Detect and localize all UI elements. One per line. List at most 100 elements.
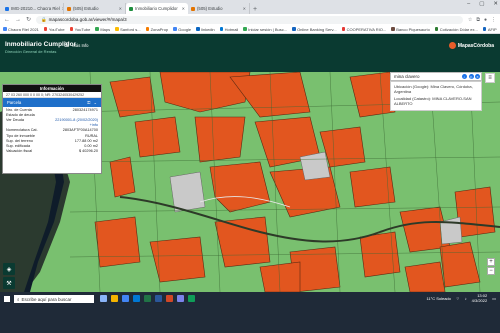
bookmark-item[interactable]: YouTube [69,26,91,32]
task-view-icon[interactable] [100,295,107,302]
bookmark-item[interactable]: Maps [95,27,110,32]
back-icon[interactable]: ← [4,17,10,23]
chrome-icon[interactable] [122,295,129,302]
powerpoint-icon[interactable] [166,295,173,302]
forward-icon[interactable]: → [15,17,21,23]
key-icon[interactable]: ⚿ [87,100,90,105]
browser-tab-2[interactable]: (505) Estudio ✕ [64,3,126,14]
info-row-value: RURAL [85,133,98,138]
bookmark-item[interactable]: YouTube [43,26,65,32]
tab-favicon-icon [191,6,195,11]
clear-icon[interactable]: ✕ [475,74,480,79]
bookmark-item[interactable]: Cotización Dólar ex... [434,27,478,32]
info-row-value[interactable]: 22190001-8 (20/02/2020) [52,118,100,122]
tab-label: IMG-20210... Chacra Riel [11,6,60,11]
word-icon[interactable] [155,295,162,302]
map-search-box[interactable]: mina clavero ⌕ ◎ ✕ [390,72,482,81]
notifications-icon[interactable]: ▭ [492,296,496,301]
maximize-button[interactable]: ▢ [479,1,484,7]
more-icon[interactable]: ⋮ [491,17,496,23]
search-input[interactable]: mina clavero [394,74,420,79]
file-explorer-icon[interactable] [111,295,118,302]
app-subtitle: Dirección General de Rentas [5,49,57,54]
tab-label: (505) Estudio [73,6,99,11]
info-row-label: Tipo de inmueble [6,133,35,138]
bookmark-favicon-icon [115,27,119,31]
excel-icon[interactable] [144,295,151,302]
close-window-button[interactable]: ✕ [493,1,498,7]
bookmark-label: YouTube [74,26,91,32]
locate-icon[interactable]: ◎ [468,74,474,79]
extensions-icon[interactable]: ⧉ [476,17,480,23]
pinned-apps [100,295,195,302]
bookmark-label: Hotmail [224,26,239,32]
info-row: Valuación fiscal $ 40296.20 [3,149,101,154]
bookmark-item[interactable]: Chacra Riel 2021 [3,27,39,32]
tools-button[interactable]: ⚒ [3,277,15,289]
clock[interactable]: 13:02 4/3/2022 [472,293,488,303]
mail-icon[interactable] [133,295,140,302]
info-row-value[interactable]: +info [52,123,100,127]
bookmark-label: Sanford s... [120,26,141,32]
basemap-toggle-button[interactable]: ≡ [485,73,495,83]
new-tab-button[interactable]: + [253,6,257,13]
logo-text: MapasCórdoba [457,42,494,49]
bookmark-label: AFIP [487,26,497,32]
bookmark-favicon-icon [434,27,439,31]
whatsapp-icon[interactable] [188,295,195,302]
bookmark-item[interactable]: Online Banking Serv... [292,27,337,32]
bookmark-favicon-icon [341,27,346,31]
bookmark-favicon-icon [292,27,296,31]
reload-icon[interactable]: ↻ [26,16,31,23]
bookmark-item[interactable]: Sanford s... [115,26,141,32]
system-tray: 11°C Soleado ⌔ ♪ 13:02 4/3/2022 ▭ [426,293,496,303]
address-bar[interactable]: 🔒 mapascordoba.gob.ar/viewer/#/mapa/3 [36,15,463,24]
tab-favicon-icon [5,6,9,11]
bookmark-item[interactable]: ZonaProp [145,27,168,32]
browser-tab-1[interactable]: IMG-20210... Chacra Riel ✕ [2,3,64,14]
app-header: Inmobiliario Cumplidor Dirección General… [0,34,500,72]
location-result-panel: Ubicación (Google): Mina Clavero, Córdob… [390,81,482,111]
bookmark-label: Maps [100,26,111,32]
hamburger-icon[interactable]: ☰ [64,42,69,49]
bookmark-item[interactable]: Hotmail [219,26,239,32]
weather-widget[interactable]: 11°C Soleado [426,296,450,301]
zoom-in-button[interactable]: + [487,258,495,266]
search-icon[interactable]: ⌕ [462,74,467,79]
tab-close-icon[interactable]: ✕ [119,6,122,11]
bookmark-item[interactable]: Iniciar sesión | Busc... [243,27,287,32]
teams-icon[interactable] [177,295,184,302]
section-parcela[interactable]: Parcela ⚿ ⌄ [3,98,101,107]
info-panel-title: Información [3,85,101,92]
menu-icon: ≡ [488,75,492,81]
star-icon[interactable]: ☆ [468,17,472,23]
minimize-button[interactable]: – [467,1,470,7]
bookmark-favicon-icon [173,27,177,31]
browser-tab-strip: IMG-20210... Chacra Riel ✕ (505) Estudio… [0,0,500,14]
lock-icon: 🔒 [41,16,47,22]
volume-icon[interactable]: ♪ [465,296,467,301]
info-row-label: Nro. de Cuenta [6,107,32,112]
layers-button[interactable]: ◈ [3,263,15,275]
more-info-label: Más Info [72,43,89,48]
tab-close-icon[interactable]: ✕ [243,6,246,11]
bookmark-item[interactable]: Google [173,27,191,32]
bookmarks-bar: Chacra Riel 2021 YouTube YouTube Maps Sanfor… [0,25,500,34]
windows-start-icon[interactable] [4,296,10,302]
bookmark-item[interactable]: COOPERATIVA RIO... [341,27,386,32]
more-info-menu[interactable]: ☰ Más Info [64,42,88,49]
taskbar-search[interactable]: ⌕ Escribe aquí para buscar [14,295,94,303]
tab-close-icon[interactable]: ✕ [182,6,185,11]
bookmark-item[interactable]: Banco Piquesaurio [391,27,430,32]
logo-mark-icon [448,42,456,49]
zoom-out-button[interactable]: − [487,267,495,275]
profile-icon[interactable]: ● [484,17,487,23]
browser-tab-4[interactable]: (505) Estudio ✕ [188,3,250,14]
bookmark-label: YouTube [48,26,65,32]
bookmark-item[interactable]: AFIP [482,26,497,32]
wifi-icon[interactable]: ⌔ [456,296,460,302]
chevron-down-icon[interactable]: ⌄ [93,100,97,105]
browser-tab-3[interactable]: Inmobiliario Cumplidor ✕ [126,3,188,14]
bookmark-item[interactable]: linkedin [196,27,215,32]
info-row-value: 177.88 00 m2 [74,138,98,143]
